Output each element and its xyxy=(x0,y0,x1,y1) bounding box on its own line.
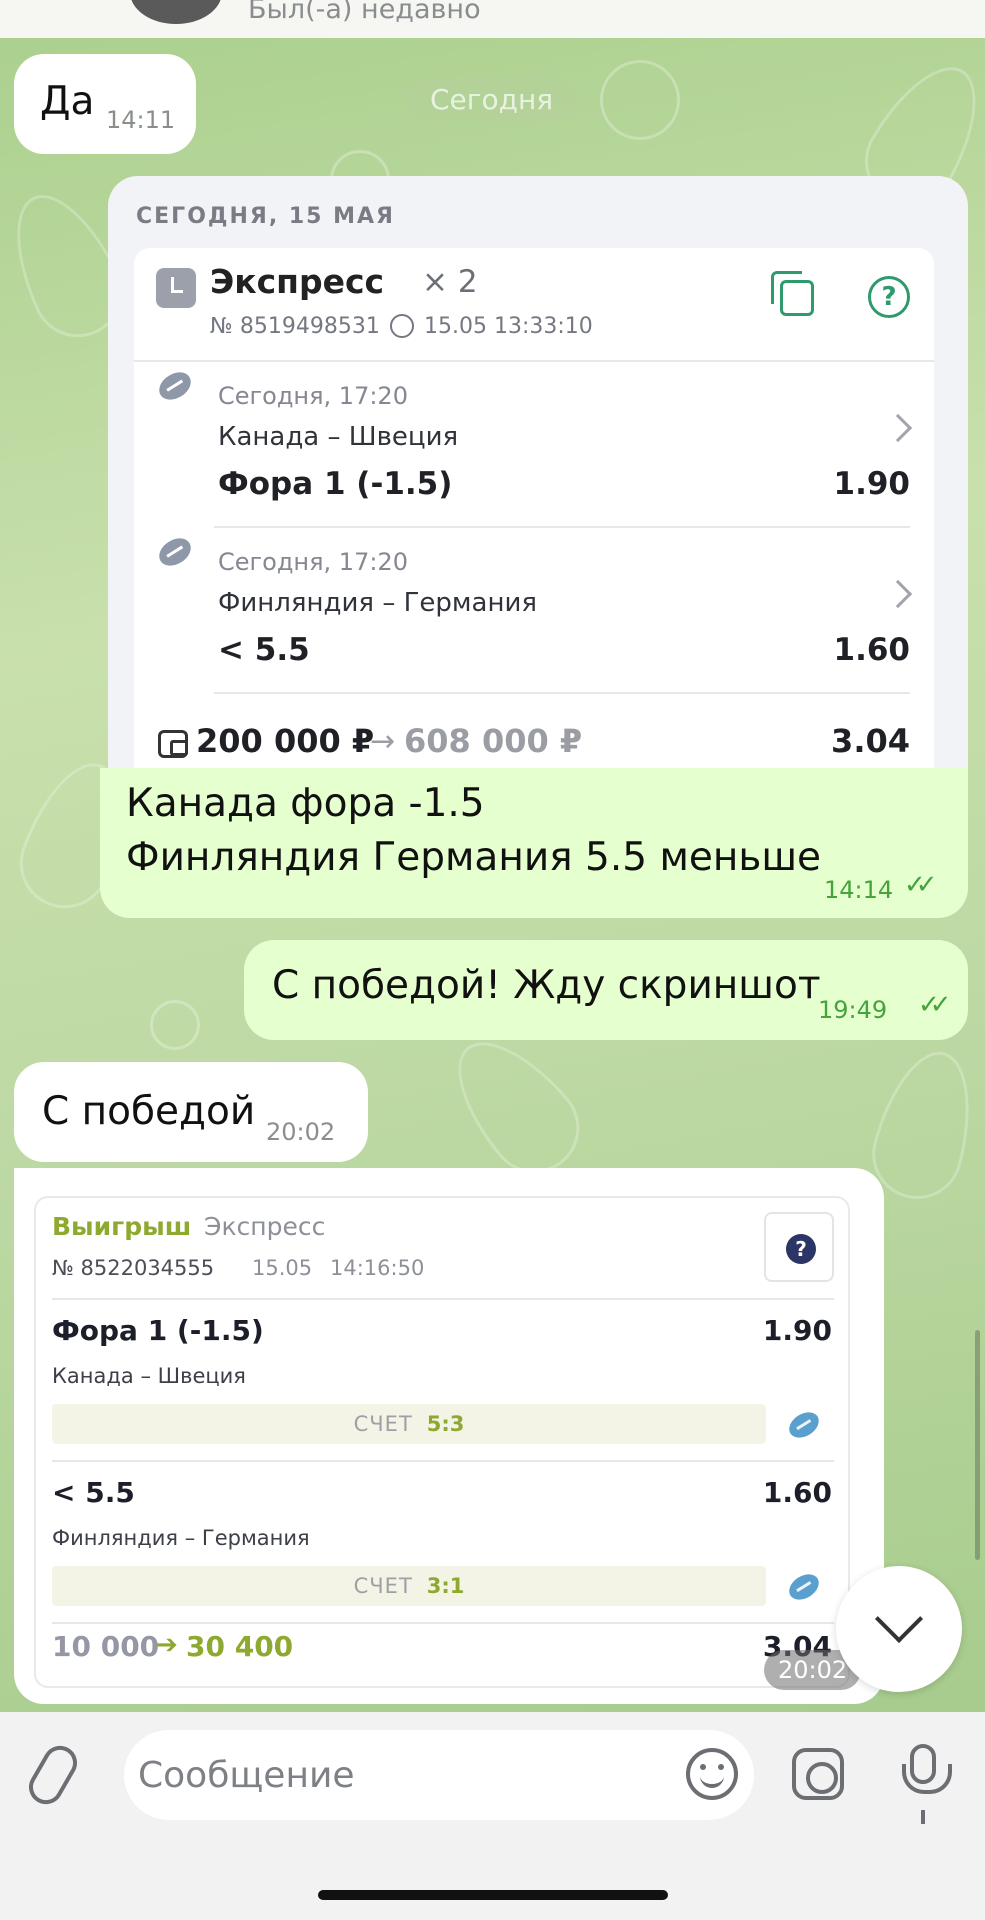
win-event-match: Финляндия – Германия xyxy=(52,1526,310,1550)
contact-status: Был(-а) недавно xyxy=(248,0,481,25)
win-time: 14:16:50 xyxy=(330,1256,425,1280)
help-button[interactable]: ? xyxy=(764,1212,834,1282)
bet-multiplier: × 2 xyxy=(422,264,478,300)
win-event-odd: 1.60 xyxy=(762,1476,832,1509)
incoming-message[interactable]: Да 14:11 xyxy=(14,54,196,154)
bet-slip-image[interactable]: СЕГОДНЯ, 15 МАЯ Экспресс × 2 № 851949853… xyxy=(108,176,968,768)
hockey-puck-icon xyxy=(784,1569,824,1605)
score-label: СЧЕТ xyxy=(353,1412,413,1436)
event-bet: < 5.5 xyxy=(218,632,310,668)
outgoing-message[interactable]: Канада фора -1.5 Финляндия Германия 5.5 … xyxy=(100,768,968,918)
win-date: 15.05 xyxy=(252,1256,313,1280)
microphone-stand xyxy=(921,1810,925,1824)
divider xyxy=(214,526,910,528)
message-time: 20:02 xyxy=(266,1118,336,1146)
emoji-icon[interactable] xyxy=(686,1748,738,1800)
bet-slip-card: Экспресс × 2 № 8519498531 15.05 13:33:10… xyxy=(134,248,934,768)
divider xyxy=(52,1298,834,1300)
divider xyxy=(52,1460,834,1462)
win-type: Экспресс xyxy=(204,1212,326,1241)
message-text-line: Канада фора -1.5 xyxy=(126,781,485,826)
pending-clock-icon xyxy=(156,268,196,308)
score-bar: СЧЕТ 3:1 xyxy=(52,1566,766,1606)
bet-stake: 200 000 ₽ xyxy=(196,722,375,760)
avatar[interactable] xyxy=(130,0,222,24)
message-time: 14:14 xyxy=(824,876,894,904)
circle-doodle xyxy=(150,1000,200,1050)
home-indicator[interactable] xyxy=(318,1890,668,1900)
circle-doodle xyxy=(600,60,680,140)
message-text: Да xyxy=(40,79,95,124)
win-payout: 30 400 xyxy=(186,1630,294,1663)
score-label: СЧЕТ xyxy=(353,1574,413,1598)
hockey-puck-icon xyxy=(154,532,196,572)
chevron-right-icon[interactable] xyxy=(883,579,913,609)
message-input[interactable] xyxy=(124,1730,754,1820)
divider xyxy=(134,360,934,362)
scrollbar[interactable] xyxy=(975,1330,980,1560)
event-match: Финляндия – Германия xyxy=(218,588,538,618)
message-text: С победой! Жду скриншот xyxy=(272,963,821,1008)
win-number: № 8522034555 xyxy=(52,1256,215,1280)
win-event-bet: < 5.5 xyxy=(52,1476,135,1509)
total-odd: 3.04 xyxy=(831,722,910,760)
win-event-odd: 1.90 xyxy=(762,1314,832,1347)
win-slip-image[interactable]: Выигрыш Экспресс № 8522034555 15.05 14:1… xyxy=(34,1196,850,1688)
chevron-right-icon[interactable] xyxy=(883,413,913,443)
arrow-right-icon: ➔ xyxy=(156,1630,178,1660)
score-value: 3:1 xyxy=(426,1574,465,1598)
bet-number: № 8519498531 xyxy=(210,314,380,339)
bet-date: СЕГОДНЯ, 15 МАЯ xyxy=(136,204,395,229)
read-ticks-icon: ✓✓ xyxy=(904,870,937,900)
microphone-icon[interactable] xyxy=(902,1744,952,1794)
message-text-line: Финляндия Германия 5.5 меньше xyxy=(126,835,822,880)
bet-datetime: 15.05 13:33:10 xyxy=(424,314,593,339)
read-ticks-icon: ✓✓ xyxy=(918,990,951,1020)
outgoing-message[interactable]: С победой! Жду скриншот 19:49 ✓✓ xyxy=(244,940,968,1040)
help-icon: ? xyxy=(786,1234,816,1264)
event-bet: Фора 1 (-1.5) xyxy=(218,466,453,502)
wallet-icon xyxy=(158,730,188,758)
score-bar: СЧЕТ 5:3 xyxy=(52,1404,766,1444)
win-label: Выигрыш xyxy=(52,1212,192,1241)
win-event-match: Канада – Швеция xyxy=(52,1364,246,1388)
event-date: Сегодня, 17:20 xyxy=(218,548,408,576)
bet-payout: 608 000 ₽ xyxy=(404,722,583,760)
score-value: 5:3 xyxy=(426,1412,465,1436)
hockey-puck-icon xyxy=(154,366,196,406)
arrow-right-icon: → xyxy=(370,724,396,759)
hockey-puck-icon xyxy=(784,1407,824,1443)
clock-icon xyxy=(390,314,414,338)
bet-title: Экспресс xyxy=(210,262,385,301)
chat-header[interactable]: Был(-а) недавно xyxy=(0,0,985,38)
event-match: Канада – Швеция xyxy=(218,422,459,452)
message-time: 14:11 xyxy=(106,106,176,134)
divider xyxy=(214,692,910,694)
event-date: Сегодня, 17:20 xyxy=(218,382,408,410)
divider xyxy=(52,1622,834,1624)
incoming-message[interactable]: С победой 20:02 xyxy=(14,1062,368,1162)
copy-icon[interactable] xyxy=(771,271,814,316)
event-odd: 1.60 xyxy=(833,632,911,668)
scroll-down-button[interactable] xyxy=(836,1566,962,1692)
message-text: С победой xyxy=(42,1089,256,1134)
leaf-doodle xyxy=(432,1018,598,1192)
win-stake: 10 000 xyxy=(52,1630,160,1663)
help-icon[interactable]: ? xyxy=(868,276,910,318)
camera-icon[interactable] xyxy=(792,1748,844,1800)
message-time: 19:49 xyxy=(818,996,888,1024)
date-separator: Сегодня xyxy=(408,78,576,122)
win-event-bet: Фора 1 (-1.5) xyxy=(52,1314,264,1347)
event-odd: 1.90 xyxy=(833,466,911,502)
